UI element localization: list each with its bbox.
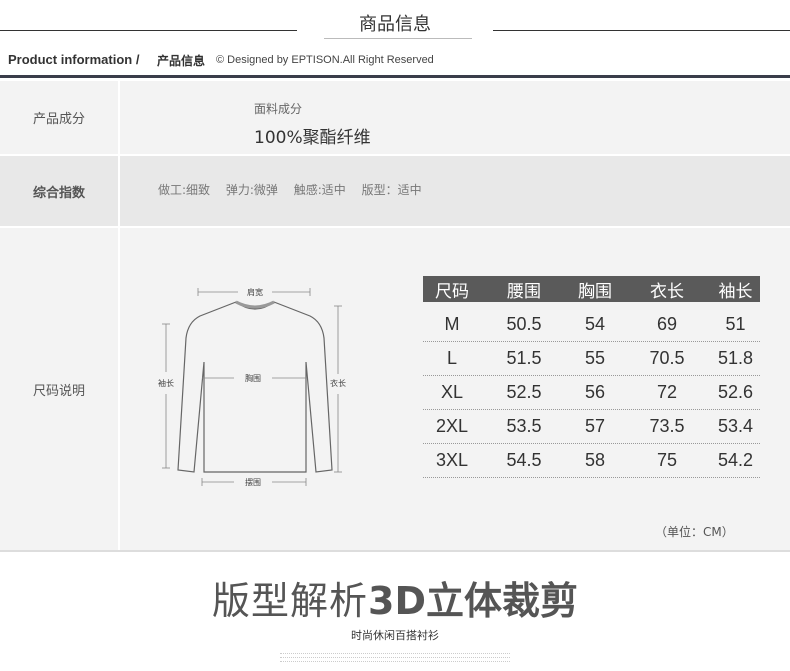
cell-length: 75 <box>656 450 678 470</box>
cell-waist: 50.5 <box>506 314 542 334</box>
cell-size: 2XL <box>435 416 469 436</box>
indicators-label: 综合指数 <box>32 185 85 201</box>
composition-row: 产品成分 面料成分 100%聚酯纤维 <box>0 81 790 154</box>
composition-label: 产品成分 <box>32 112 85 127</box>
table-row: 2XL 53.5 57 73.5 53.4 <box>423 410 760 444</box>
cell-waist: 54.5 <box>506 450 542 470</box>
section-header: 商品信息 <box>0 0 790 46</box>
cell-chest: 56 <box>584 382 606 402</box>
indicator-elasticity: 弹力:微弹 <box>225 183 278 197</box>
shirt-diagram: 肩宽 胸围 袖长 衣长 摆围 <box>158 287 346 487</box>
cell-size: 3XL <box>435 450 469 470</box>
cell-length: 72 <box>656 382 678 402</box>
subheader-english: Product information / <box>8 52 140 67</box>
header-divider-right <box>493 30 790 31</box>
indicator-list: 做工:细致 弹力:微弹 触感:适中 版型：适中 <box>158 181 434 198</box>
row-divider <box>118 156 120 226</box>
section-title: 商品信息 <box>359 14 431 35</box>
banner-title-bold: 3D立体裁剪 <box>368 579 578 623</box>
cell-sleeve: 51 <box>725 314 746 334</box>
cell-sleeve: 51.8 <box>717 348 754 368</box>
cell-sleeve: 52.6 <box>717 382 754 402</box>
cell-chest: 58 <box>584 450 606 470</box>
size-row: 尺码说明 肩宽 胸围 袖长 衣长 摆围 尺码 腰围 胸围 衣长 袖长 M 50.… <box>0 228 790 550</box>
fabric-label: 面料成分 <box>254 102 303 116</box>
fabric-value: 100%聚酯纤维 <box>254 128 371 148</box>
table-row: XL 52.5 56 72 52.6 <box>423 376 760 410</box>
size-table-header: 尺码 腰围 胸围 衣长 袖长 <box>423 276 760 302</box>
header-divider-left <box>0 30 297 31</box>
diagram-label-sleeve: 袖长 <box>158 378 174 388</box>
subheader: Product information / 产品信息 © Designed by… <box>0 46 790 78</box>
cell-length: 73.5 <box>649 416 685 436</box>
header-size: 尺码 <box>435 281 469 302</box>
row-divider <box>118 228 120 550</box>
row-divider <box>118 81 120 154</box>
header-chest: 胸围 <box>578 281 612 302</box>
decorative-dots <box>280 650 510 664</box>
cell-sleeve: 54.2 <box>717 450 754 470</box>
cell-waist: 51.5 <box>506 348 542 368</box>
diagram-label-hem: 摆围 <box>245 477 261 487</box>
cell-size: M <box>444 314 460 334</box>
indicator-fit: 版型：适中 <box>361 183 422 197</box>
banner-title-light: 版型解析 <box>212 579 369 623</box>
cell-size: L <box>446 348 457 368</box>
cell-length: 70.5 <box>649 348 685 368</box>
header-waist: 腰围 <box>507 281 541 302</box>
shirt-outline-icon <box>177 300 333 473</box>
cell-chest: 55 <box>584 348 606 368</box>
indicator-workmanship: 做工:细致 <box>158 183 211 197</box>
cell-chest: 54 <box>584 314 606 334</box>
size-label: 尺码说明 <box>32 383 85 399</box>
table-row: M 50.5 54 69 51 <box>423 308 760 342</box>
header-length: 衣长 <box>650 281 684 302</box>
diagram-label-chest: 胸围 <box>245 373 261 383</box>
diagram-label-length: 衣长 <box>330 378 346 388</box>
table-row: L 51.5 55 70.5 51.8 <box>423 342 760 376</box>
subheader-chinese: 产品信息 <box>157 54 206 68</box>
banner-subtitle: 时尚休闲百搭衬衫 <box>351 629 439 642</box>
unit-note: （单位：CM） <box>655 525 734 539</box>
section-divider <box>0 550 790 552</box>
cell-waist: 53.5 <box>506 416 542 436</box>
cell-chest: 57 <box>584 416 606 436</box>
header-sleeve: 袖长 <box>718 281 753 302</box>
table-row: 3XL 54.5 58 75 54.2 <box>423 444 760 478</box>
banner-title: 版型解析3D立体裁剪 <box>0 570 790 625</box>
copyright-text: © Designed by EPTISON.All Right Reserved <box>216 54 434 66</box>
indicator-touch: 触感:适中 <box>293 183 346 197</box>
diagram-label-shoulder: 肩宽 <box>247 287 263 297</box>
size-table: 尺码 腰围 胸围 衣长 袖长 M 50.5 54 69 51 L 51.5 55… <box>423 276 760 478</box>
cell-size: XL <box>440 382 464 402</box>
cell-length: 69 <box>656 314 678 334</box>
cell-waist: 52.5 <box>506 382 542 402</box>
cell-sleeve: 53.4 <box>717 416 754 436</box>
title-underline <box>324 38 472 39</box>
indicators-row: 综合指数 做工:细致 弹力:微弹 触感:适中 版型：适中 <box>0 156 790 226</box>
